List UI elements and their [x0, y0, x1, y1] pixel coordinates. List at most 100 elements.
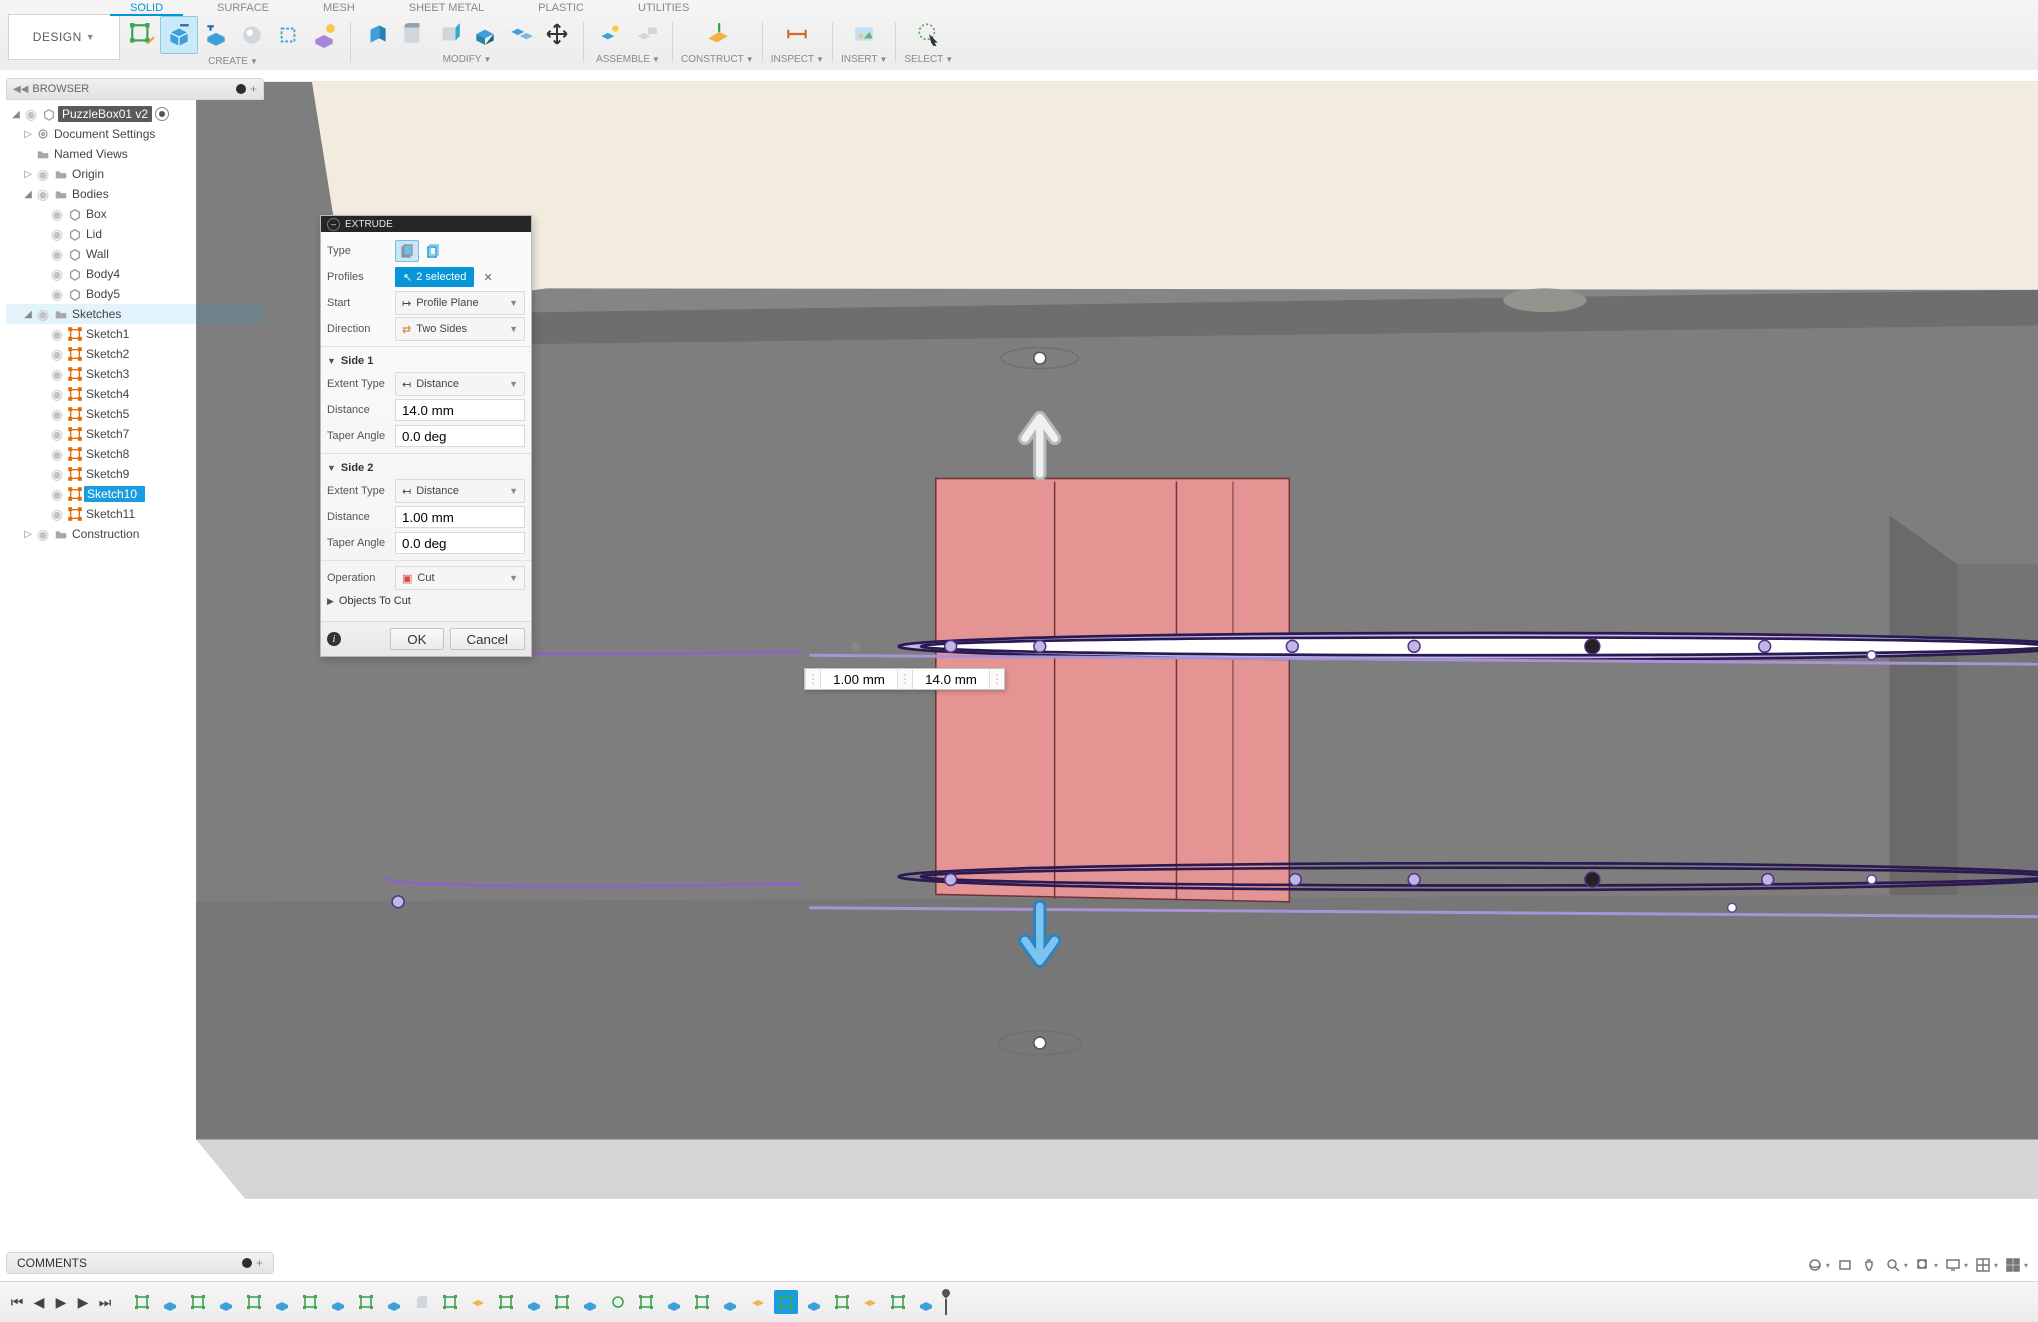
dimension-input-floating[interactable]: ⋮ ⋮ ⋮ — [804, 668, 1005, 690]
options-dot-icon[interactable] — [236, 84, 246, 94]
grid-settings-icon[interactable] — [1974, 1256, 1992, 1274]
visibility-icon[interactable]: ◉ — [48, 206, 66, 223]
joint-icon[interactable] — [628, 16, 664, 52]
tree-sketch-item[interactable]: ▷◉ Sketch2 — [6, 344, 264, 364]
ok-button[interactable]: OK — [390, 628, 443, 650]
tree-body-item[interactable]: ▷◉ Wall — [6, 244, 264, 264]
tab-utilities[interactable]: UTILITIES — [638, 2, 689, 14]
timeline-feature[interactable] — [158, 1290, 182, 1314]
timeline-feature[interactable] — [802, 1290, 826, 1314]
start-dropdown[interactable]: ↦Profile Plane▼ — [395, 291, 525, 315]
pan-icon[interactable] — [1860, 1256, 1878, 1274]
options-dot-icon[interactable] — [242, 1258, 252, 1268]
timeline-feature[interactable] — [774, 1290, 798, 1314]
viewport-3d[interactable] — [0, 70, 2038, 1322]
visibility-icon[interactable]: ◉ — [48, 286, 66, 303]
tree-sketch-item[interactable]: ▷◉ Sketch10 — [6, 484, 264, 504]
chevron-down-icon[interactable]: ▼ — [483, 55, 491, 64]
chevron-down-icon[interactable]: ▼ — [816, 55, 824, 64]
cancel-button[interactable]: Cancel — [450, 628, 526, 650]
dim-divider-icon[interactable]: ⋮ — [897, 669, 913, 689]
timeline-feature[interactable] — [298, 1290, 322, 1314]
timeline-start-button[interactable]: ⏮ — [8, 1293, 26, 1311]
timeline-next-button[interactable]: ▶ — [74, 1293, 92, 1311]
new-sketch-icon[interactable] — [124, 17, 160, 53]
assemble-icon[interactable] — [592, 16, 628, 52]
timeline-play-button[interactable]: ▶ — [52, 1293, 70, 1311]
timeline-feature[interactable] — [858, 1290, 882, 1314]
timeline-feature[interactable] — [606, 1290, 630, 1314]
dim-nav-left-icon[interactable]: ⋮ — [805, 669, 821, 689]
timeline-feature[interactable] — [466, 1290, 490, 1314]
timeline-feature[interactable] — [550, 1290, 574, 1314]
chevron-down-icon[interactable]: ▼ — [250, 57, 258, 66]
timeline-feature[interactable] — [382, 1290, 406, 1314]
timeline-feature[interactable] — [662, 1290, 686, 1314]
tree-document-settings[interactable]: ▷ Document Settings — [6, 124, 264, 144]
timeline-feature[interactable] — [214, 1290, 238, 1314]
fit-icon[interactable] — [1914, 1256, 1932, 1274]
tree-origin[interactable]: ▷◉ Origin — [6, 164, 264, 184]
tab-solid[interactable]: SOLID — [130, 2, 163, 14]
display-settings-icon[interactable] — [1944, 1256, 1962, 1274]
combine-icon[interactable] — [503, 16, 539, 52]
side1-extent-dropdown[interactable]: ↤Distance▼ — [395, 372, 525, 396]
side1-taper-input[interactable] — [395, 425, 525, 447]
tab-plastic[interactable]: PLASTIC — [538, 2, 584, 14]
timeline-feature[interactable] — [690, 1290, 714, 1314]
tree-named-views[interactable]: ▷ Named Views — [6, 144, 264, 164]
side2-distance-input[interactable] — [395, 506, 525, 528]
activate-radio-icon[interactable] — [155, 107, 169, 121]
tree-sketch-item[interactable]: ▷◉ Sketch1 — [6, 324, 264, 344]
operation-dropdown[interactable]: ▣Cut▼ — [395, 566, 525, 590]
chevron-down-icon[interactable]: ▼ — [746, 55, 754, 64]
extrude-type-thin-button[interactable] — [421, 240, 445, 262]
timeline-feature[interactable] — [718, 1290, 742, 1314]
timeline-prev-button[interactable]: ◀ — [30, 1293, 48, 1311]
shell-icon[interactable] — [467, 16, 503, 52]
visibility-icon[interactable]: ◉ — [48, 246, 66, 263]
chevron-down-icon[interactable]: ▼ — [945, 55, 953, 64]
extrude-icon[interactable] — [198, 17, 234, 53]
tree-construction[interactable]: ▷◉ Construction — [6, 524, 264, 544]
new-component-icon[interactable] — [160, 16, 198, 54]
zoom-icon[interactable] — [1884, 1256, 1902, 1274]
timeline-feature[interactable] — [326, 1290, 350, 1314]
insert-icon[interactable] — [846, 16, 882, 52]
visibility-icon[interactable]: ◉ — [48, 426, 66, 443]
tree-body-item[interactable]: ▷◉ Body4 — [6, 264, 264, 284]
visibility-icon[interactable]: ◉ — [48, 346, 66, 363]
comments-panel-header[interactable]: COMMENTS + — [6, 1252, 274, 1274]
tree-body-item[interactable]: ▷◉ Box — [6, 204, 264, 224]
extrude-header[interactable]: – EXTRUDE — [321, 216, 531, 232]
chevron-down-icon[interactable]: ▼ — [879, 55, 887, 64]
tab-mesh[interactable]: MESH — [323, 2, 355, 14]
disclosure-triangle-icon[interactable]: ◢ — [10, 109, 22, 120]
tree-sketch-item[interactable]: ▷◉ Sketch4 — [6, 384, 264, 404]
select-icon[interactable] — [911, 16, 947, 52]
side1-distance-input[interactable] — [395, 399, 525, 421]
timeline-feature[interactable] — [130, 1290, 154, 1314]
tree-body-item[interactable]: ▷◉ Lid — [6, 224, 264, 244]
design-workspace-button[interactable]: DESIGN▼ — [8, 14, 120, 60]
chamfer-icon[interactable] — [431, 16, 467, 52]
extrude-dialog[interactable]: – EXTRUDE Type Profiles ↖2 selected ✕ St… — [320, 215, 532, 657]
info-icon[interactable]: i — [327, 632, 341, 646]
visibility-icon[interactable]: ◉ — [48, 326, 66, 343]
tree-sketch-item[interactable]: ▷◉ Sketch5 — [6, 404, 264, 424]
visibility-icon[interactable]: ◉ — [22, 106, 40, 123]
tree-sketch-item[interactable]: ▷◉ Sketch8 — [6, 444, 264, 464]
collapse-icon[interactable]: ◀◀ — [13, 84, 28, 95]
sweep-icon[interactable] — [270, 17, 306, 53]
direction-dropdown[interactable]: ⇄Two Sides▼ — [395, 317, 525, 341]
collapse-dialog-icon[interactable]: – — [327, 218, 340, 231]
timeline-feature[interactable] — [522, 1290, 546, 1314]
visibility-icon[interactable]: ◉ — [48, 226, 66, 243]
construct-icon[interactable] — [699, 16, 735, 52]
tree-root[interactable]: ◢ ◉ PuzzleBox01 v2 — [6, 104, 264, 124]
timeline-feature[interactable] — [886, 1290, 910, 1314]
tree-sketch-item[interactable]: ▷◉ Sketch9 — [6, 464, 264, 484]
objects-to-cut-header[interactable]: ▶Objects To Cut — [327, 591, 525, 611]
move-icon[interactable] — [539, 16, 575, 52]
tab-sheetmetal[interactable]: SHEET METAL — [409, 2, 484, 14]
